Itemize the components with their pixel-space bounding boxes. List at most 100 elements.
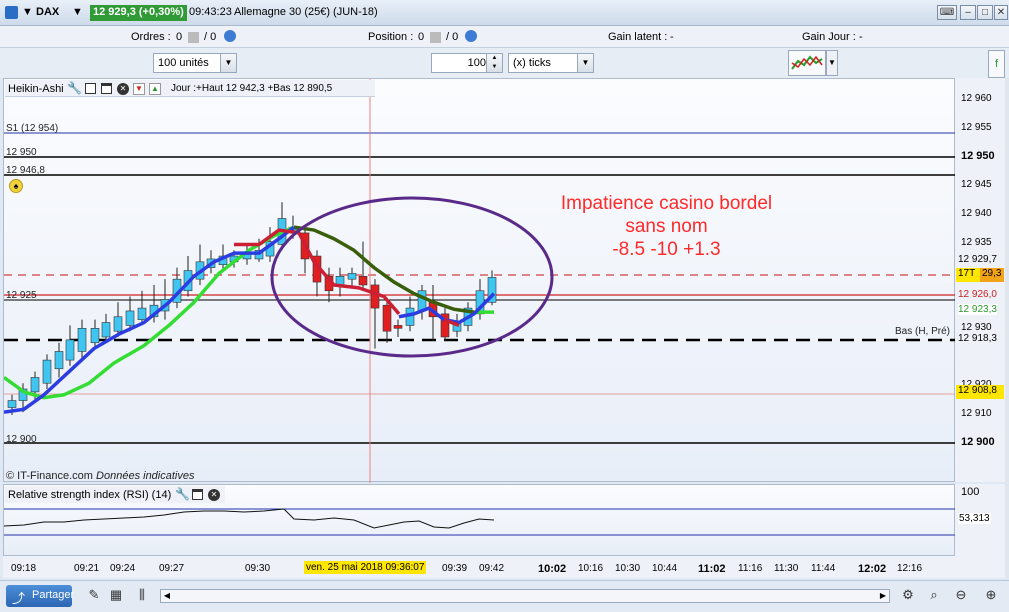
- bas-level-label: Bas (H, Pré): [895, 326, 951, 337]
- bullish-candle: [65, 339, 75, 361]
- bullish-candle: [7, 400, 17, 408]
- ticks-input-value: 100: [467, 57, 486, 69]
- annotation-text: Impatience casino bordel sans nom -8.5 -…: [529, 192, 804, 261]
- orders-total: / 0: [204, 31, 217, 43]
- orders-value: 0: [176, 31, 183, 43]
- scroll-left-icon[interactable]: ◀: [161, 590, 173, 602]
- bullish-candle: [30, 377, 40, 393]
- price-chart-canvas[interactable]: [4, 79, 956, 483]
- day-range-info: Jour :+Haut 12 942,3 +Bas 12 890,5: [171, 83, 333, 94]
- rsi-line: [4, 508, 495, 529]
- layout-icon[interactable]: ▦: [108, 587, 124, 603]
- bullish-candle: [137, 307, 147, 320]
- wrench-icon[interactable]: 🔧: [67, 81, 82, 95]
- annotation-line-2: sans nom: [625, 216, 708, 237]
- clock-time: 09:43:23: [189, 6, 232, 18]
- rsi-value-tag: 53,313: [958, 513, 991, 524]
- close-position-icon[interactable]: [428, 31, 443, 43]
- level-12950-label: 12 950: [6, 147, 37, 158]
- gear-icon[interactable]: [463, 30, 477, 43]
- gain-jour-value: -: [859, 31, 863, 43]
- bullish-candle: [113, 316, 123, 332]
- price-tag-12923-3: 12 923,3: [958, 304, 997, 315]
- bullish-candle: [42, 359, 52, 384]
- chevron-down-icon[interactable]: ▼: [577, 54, 593, 72]
- app-icon: [5, 6, 18, 19]
- price-tag-12926: 12 926,0: [958, 289, 997, 300]
- wrench-icon[interactable]: 🔧: [175, 487, 190, 501]
- candles-icon[interactable]: ⫼: [134, 587, 150, 603]
- time-tick: 09:39: [442, 563, 468, 574]
- indicator-icon[interactable]: f: [988, 50, 1005, 78]
- close-icon[interactable]: ✕: [994, 5, 1008, 20]
- share-button-label: Partager: [32, 589, 75, 601]
- time-tick: 09:24: [110, 563, 136, 574]
- annotation-line-1: Impatience casino bordel: [560, 193, 773, 214]
- price-tag-12929-7: 12 929,7: [958, 254, 997, 265]
- close-icon[interactable]: ✕: [208, 489, 220, 501]
- position-total: / 0: [446, 31, 459, 43]
- vertical-scrollbar[interactable]: [1005, 78, 1009, 578]
- ticks-select[interactable]: (x) ticks ▼: [508, 53, 594, 73]
- time-tick: 11:30: [774, 563, 799, 574]
- price-tick-bold: 12 950: [961, 150, 995, 162]
- bearish-candle: [370, 284, 380, 309]
- position-label: Position :: [368, 31, 414, 43]
- time-tick: 09:21: [74, 563, 100, 574]
- maximize-icon[interactable]: [101, 83, 112, 94]
- units-select-value: 100 unités: [158, 57, 209, 69]
- close-icon[interactable]: ✕: [117, 83, 129, 95]
- chart-type-button[interactable]: [788, 50, 826, 76]
- zoom-out-icon[interactable]: ⊖: [953, 587, 969, 603]
- chevron-down-icon[interactable]: ▼: [826, 50, 838, 76]
- share-icon: ⤴: [12, 591, 26, 606]
- price-chart[interactable]: Heikin-Ashi 🔧 ✕ ▼ ▲ Jour :+Haut 12 942,3…: [3, 78, 956, 483]
- gain-jour-label: Gain Jour :: [802, 31, 856, 43]
- bullish-candle: [347, 273, 357, 280]
- alert-bell-icon[interactable]: ♠: [9, 179, 23, 193]
- maximize-icon[interactable]: □: [977, 5, 993, 20]
- dropdown-arrow-icon[interactable]: ▼: [22, 6, 33, 18]
- move-down-icon[interactable]: ▼: [133, 83, 145, 95]
- drawing-tools-icon[interactable]: ✎: [86, 587, 102, 603]
- chart-name: Heikin-Ashi: [8, 83, 64, 95]
- price-tick: 12 945: [961, 179, 992, 190]
- price-tick-bold: 12 900: [961, 436, 995, 448]
- rsi-header: Relative strength index (RSI) (14) 🔧 ✕: [5, 486, 225, 503]
- price-axis[interactable]: 12 960 12 955 12 950 12 945 12 940 12 93…: [955, 78, 1005, 482]
- units-select[interactable]: 100 unités ▼: [153, 53, 237, 73]
- gear-icon[interactable]: [222, 30, 236, 43]
- zoom-in-icon[interactable]: ⊕: [983, 587, 999, 603]
- dropdown-arrow-icon[interactable]: ▼: [72, 6, 83, 18]
- bottom-toolbar: ⤴ Partager ✎ ▦ ⫼ ◀ ▶ ⚙ ⌕ ⊖ ⊕: [0, 580, 1009, 612]
- time-axis[interactable]: 09:18 09:21 09:24 09:27 09:30 ven. 25 ma…: [3, 556, 1005, 578]
- symbol-label[interactable]: DAX: [36, 6, 59, 18]
- rsi-panel[interactable]: Relative strength index (RSI) (14) 🔧 ✕: [3, 484, 956, 556]
- indicative-data-note: Données indicatives: [96, 470, 195, 482]
- minimize-icon[interactable]: –: [960, 5, 976, 20]
- price-tick: 12 930: [961, 322, 992, 333]
- chevron-down-icon[interactable]: ▼: [220, 54, 236, 72]
- time-tick: 10:30: [615, 563, 641, 574]
- horizontal-scrollbar[interactable]: ◀ ▶: [160, 589, 890, 603]
- window-icon[interactable]: [85, 83, 96, 94]
- share-button[interactable]: ⤴ Partager: [6, 585, 75, 607]
- move-up-icon[interactable]: ▲: [149, 83, 161, 95]
- orders-label: Ordres :: [131, 31, 171, 43]
- rsi-axis[interactable]: 100 53,313: [955, 484, 1005, 556]
- bullish-candle: [90, 328, 100, 344]
- tick-count-tag: 17T: [956, 268, 980, 282]
- time-tick-bold: 10:02: [538, 563, 567, 575]
- scroll-right-icon[interactable]: ▶: [877, 590, 889, 602]
- copyright-text: © IT-Finance.com: [6, 470, 93, 482]
- gain-latent-label: Gain latent :: [608, 31, 668, 43]
- cancel-orders-icon[interactable]: [186, 31, 201, 43]
- ticks-input[interactable]: 100 ▲ ▼: [431, 53, 503, 73]
- zoom-area-icon[interactable]: ⌕: [926, 587, 942, 603]
- rsi-axis-100: 100: [961, 486, 980, 498]
- keyboard-icon[interactable]: ⌨: [937, 5, 957, 20]
- settings-tool-icon[interactable]: ⚙: [900, 587, 916, 603]
- maximize-icon[interactable]: [192, 489, 203, 500]
- bullish-candle: [125, 310, 135, 326]
- spinner-icon[interactable]: ▲ ▼: [486, 54, 502, 72]
